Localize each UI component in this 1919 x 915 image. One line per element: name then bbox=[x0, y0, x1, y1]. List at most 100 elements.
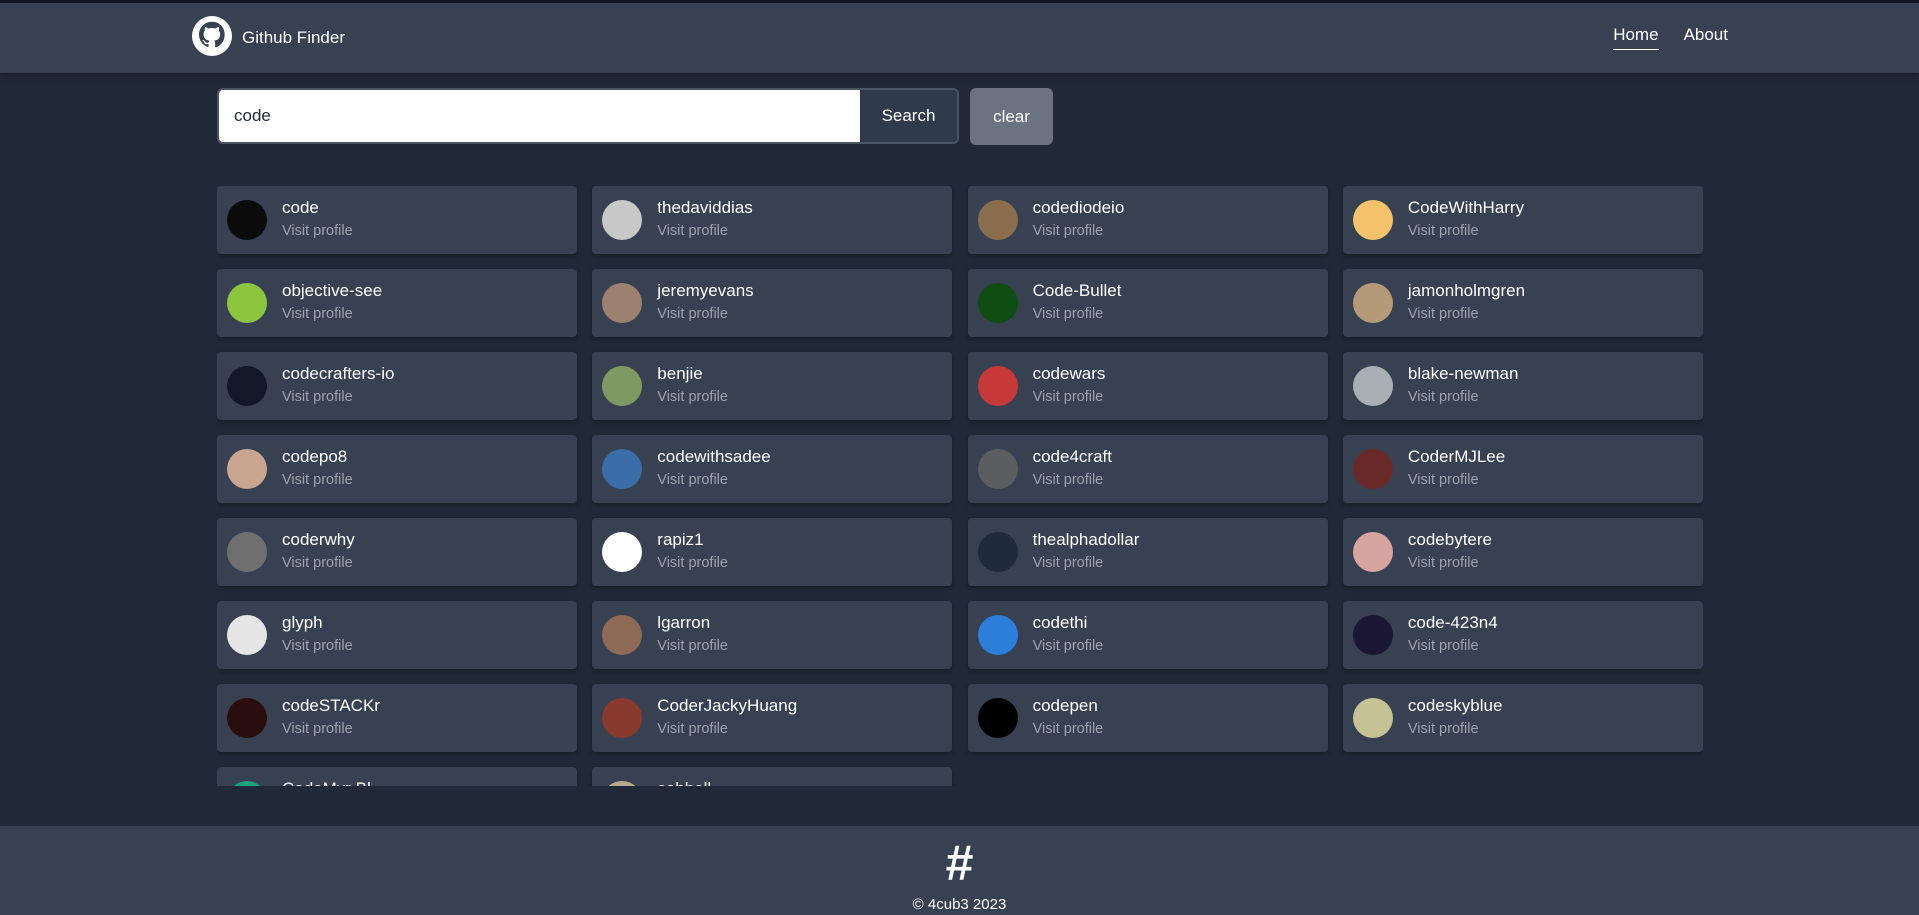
user-login: jeremyevans bbox=[657, 281, 754, 300]
visit-profile-link[interactable]: Visit profile bbox=[1408, 385, 1519, 409]
user-card[interactable]: CoderMJLee Visit profile bbox=[1342, 435, 1703, 503]
user-avatar bbox=[227, 698, 267, 738]
visit-profile-link[interactable]: Visit profile bbox=[282, 634, 353, 658]
user-card[interactable]: codeSTACKr Visit profile bbox=[217, 684, 577, 752]
user-card-text: codewithsadee Visit profile bbox=[657, 446, 770, 492]
user-card[interactable]: code Visit profile bbox=[217, 186, 577, 254]
user-card[interactable]: CoderJackyHuang Visit profile bbox=[592, 684, 953, 752]
user-card[interactable]: objective-see Visit profile bbox=[217, 269, 577, 337]
visit-profile-link[interactable]: Visit profile bbox=[282, 468, 353, 492]
user-card[interactable]: jeremyevans Visit profile bbox=[592, 269, 953, 337]
user-avatar bbox=[1352, 366, 1393, 406]
visit-profile-link[interactable]: Visit profile bbox=[1408, 634, 1498, 658]
user-login: benjie bbox=[657, 364, 703, 383]
user-card-text: CoderMJLee Visit profile bbox=[1408, 446, 1505, 492]
user-login: CoderJackyHuang bbox=[657, 696, 798, 715]
search-button[interactable]: Search bbox=[860, 90, 957, 142]
github-icon bbox=[192, 15, 232, 61]
visit-profile-link[interactable]: Visit profile bbox=[1033, 634, 1104, 658]
visit-profile-link[interactable]: Visit profile bbox=[1408, 468, 1505, 492]
visit-profile-link[interactable]: Visit profile bbox=[657, 551, 728, 575]
nav-home-link[interactable]: Home bbox=[1613, 25, 1659, 50]
user-card[interactable]: blake-newman Visit profile bbox=[1342, 352, 1703, 420]
visit-profile-link[interactable]: Visit profile bbox=[1408, 717, 1503, 741]
user-login: codeSTACKr bbox=[282, 696, 380, 715]
visit-profile-link[interactable]: Visit profile bbox=[657, 385, 728, 409]
user-login: codewithsadee bbox=[657, 447, 771, 466]
user-login: lgarron bbox=[657, 613, 711, 632]
user-card[interactable]: jamonholmgren Visit profile bbox=[1342, 269, 1703, 337]
visit-profile-link[interactable]: Visit profile bbox=[282, 551, 355, 575]
user-login: thealphadollar bbox=[1032, 530, 1140, 549]
user-card[interactable]: codewithsadee Visit profile bbox=[592, 435, 953, 503]
user-card-text: codewars Visit profile bbox=[1033, 363, 1106, 409]
visit-profile-link[interactable]: Visit profile bbox=[1033, 551, 1140, 575]
visit-profile-link[interactable]: Visit profile bbox=[282, 219, 353, 243]
user-card[interactable]: cobbellVisit profile bbox=[592, 767, 953, 786]
user-avatar bbox=[227, 615, 267, 655]
visit-profile-link[interactable]: Visit profile bbox=[657, 634, 728, 658]
user-card[interactable]: coderwhy Visit profile bbox=[217, 518, 577, 586]
visit-profile-link[interactable]: Visit profile bbox=[1033, 717, 1104, 741]
user-card[interactable]: thealphadollar Visit profile bbox=[967, 518, 1328, 586]
visit-profile-link[interactable]: Visit profile bbox=[1033, 468, 1112, 492]
user-card-text: codepo8 Visit profile bbox=[282, 446, 353, 492]
brand[interactable]: Github Finder bbox=[192, 15, 345, 61]
user-card[interactable]: rapiz1 Visit profile bbox=[592, 518, 953, 586]
user-card[interactable]: code-423n4 Visit profile bbox=[1342, 601, 1703, 669]
user-card[interactable]: lgarron Visit profile bbox=[592, 601, 953, 669]
user-card-text: objective-see Visit profile bbox=[282, 280, 382, 326]
user-card[interactable]: codethi Visit profile bbox=[967, 601, 1328, 669]
user-card[interactable]: glyph Visit profile bbox=[217, 601, 577, 669]
visit-profile-link[interactable]: Visit profile bbox=[1033, 302, 1122, 326]
user-login: codebytere bbox=[1407, 530, 1493, 549]
user-card[interactable]: CodeMyr BlVisit profile bbox=[217, 767, 577, 786]
user-avatar bbox=[602, 698, 643, 738]
visit-profile-link[interactable]: Visit profile bbox=[1033, 385, 1106, 409]
clear-button[interactable]: clear bbox=[970, 88, 1053, 145]
visit-profile-link[interactable]: Visit profile bbox=[657, 717, 797, 741]
user-login: codecrafters-io bbox=[282, 364, 395, 383]
user-card[interactable]: thedaviddias Visit profile bbox=[592, 186, 953, 254]
user-card[interactable]: codediodeio Visit profile bbox=[967, 186, 1328, 254]
user-avatar bbox=[602, 532, 643, 572]
user-card[interactable]: codepen Visit profile bbox=[967, 684, 1328, 752]
user-avatar bbox=[602, 366, 643, 406]
user-card-text: thedaviddias Visit profile bbox=[657, 197, 752, 243]
user-login: coderwhy bbox=[282, 530, 355, 549]
visit-profile-link[interactable]: Visit profile bbox=[282, 717, 380, 741]
user-card[interactable]: codewars Visit profile bbox=[967, 352, 1328, 420]
search-input[interactable] bbox=[219, 90, 860, 142]
navbar: Github Finder Home About bbox=[0, 3, 1919, 73]
user-card-text: codeSTACKr Visit profile bbox=[282, 695, 380, 741]
app-title: Github Finder bbox=[242, 28, 345, 47]
visit-profile-link[interactable]: Visit profile bbox=[282, 385, 394, 409]
nav-about-link[interactable]: About bbox=[1684, 25, 1728, 50]
user-card[interactable]: benjie Visit profile bbox=[592, 352, 953, 420]
user-card[interactable]: Code-Bullet Visit profile bbox=[967, 269, 1328, 337]
visit-profile-link[interactable]: Visit profile bbox=[657, 302, 753, 326]
visit-profile-link[interactable]: Visit profile bbox=[282, 302, 382, 326]
user-card-text: codecrafters-io Visit profile bbox=[282, 363, 394, 409]
user-card[interactable]: codepo8 Visit profile bbox=[217, 435, 577, 503]
visit-profile-link[interactable]: Visit profile bbox=[1408, 219, 1524, 243]
visit-profile-link[interactable]: Visit profile bbox=[1033, 219, 1125, 243]
user-card-text: blake-newman Visit profile bbox=[1408, 363, 1519, 409]
visit-profile-link[interactable]: Visit profile bbox=[657, 468, 770, 492]
user-avatar bbox=[227, 366, 267, 406]
user-avatar bbox=[227, 449, 267, 489]
user-card-text: codeskyblue Visit profile bbox=[1408, 695, 1503, 741]
user-results-grid: code Visit profile thedaviddias Visit profi… bbox=[217, 186, 1703, 786]
user-avatar bbox=[602, 615, 643, 655]
user-avatar bbox=[227, 200, 267, 240]
visit-profile-link[interactable]: Visit profile bbox=[1408, 551, 1492, 575]
user-card[interactable]: codecrafters-io Visit profile bbox=[217, 352, 577, 420]
user-card[interactable]: CodeWithHarry Visit profile bbox=[1342, 186, 1703, 254]
visit-profile-link[interactable]: Visit profile bbox=[1408, 302, 1525, 326]
user-card[interactable]: codeskyblue Visit profile bbox=[1342, 684, 1703, 752]
user-card[interactable]: code4craft Visit profile bbox=[967, 435, 1328, 503]
visit-profile-link[interactable]: Visit profile bbox=[657, 219, 752, 243]
user-avatar bbox=[1352, 532, 1393, 572]
user-login: codediodeio bbox=[1032, 198, 1125, 217]
user-card[interactable]: codebytere Visit profile bbox=[1342, 518, 1703, 586]
